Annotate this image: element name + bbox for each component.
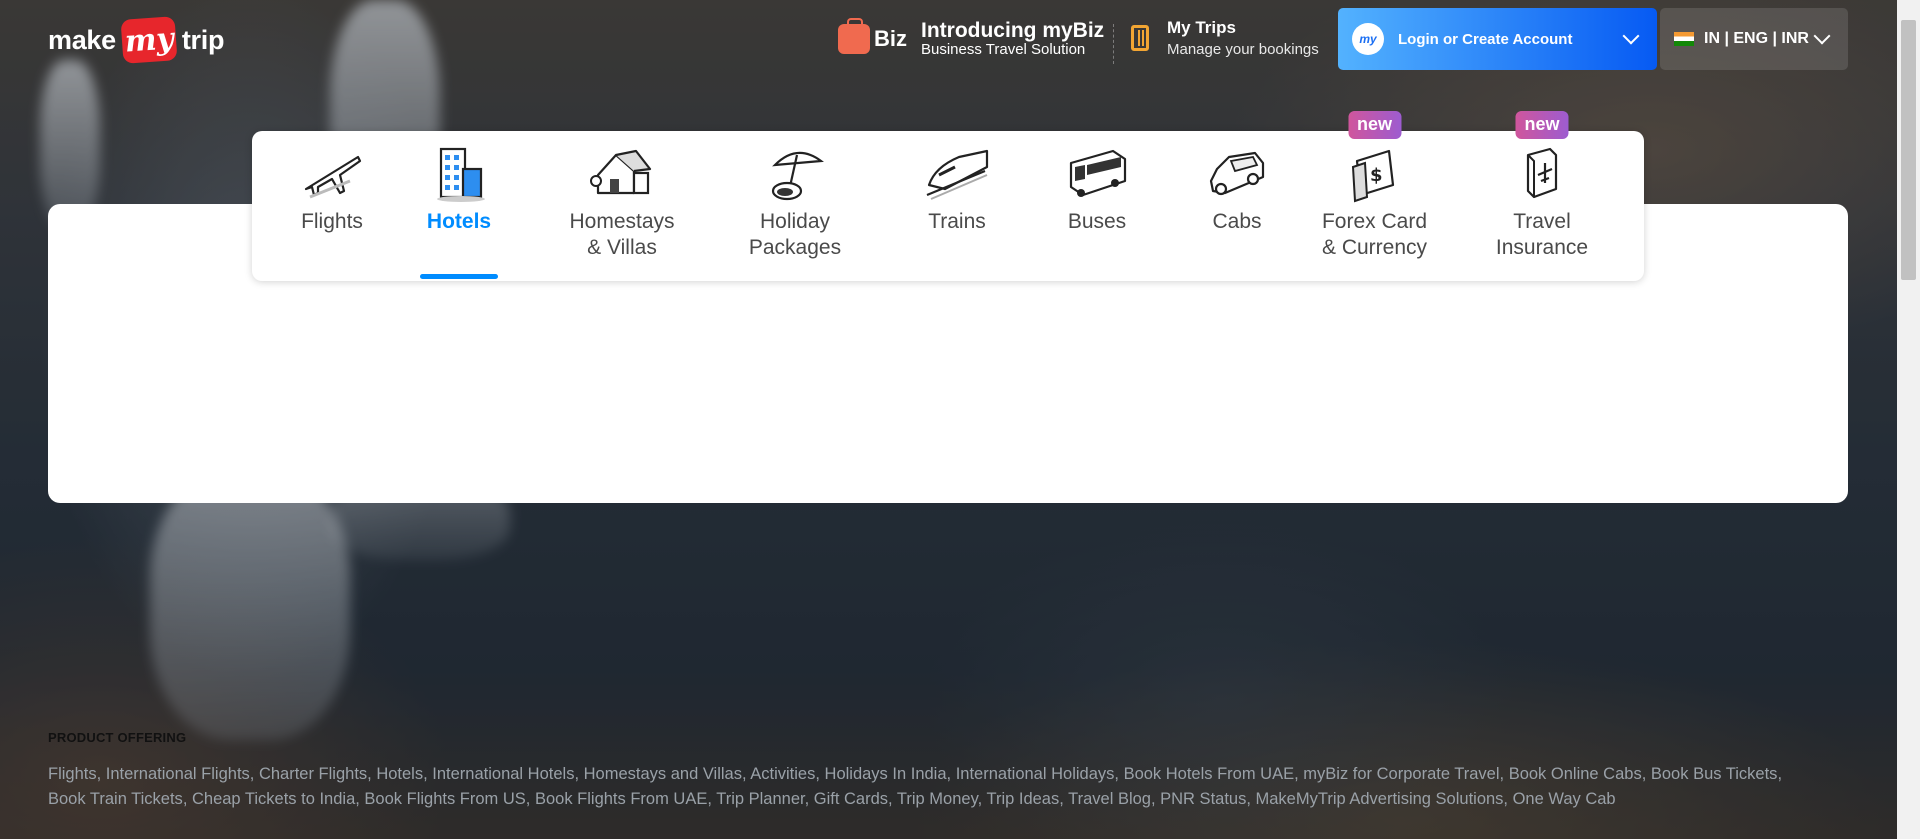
footer-link[interactable]: International Holidays	[956, 765, 1115, 783]
footer-link[interactable]: Trip Money	[897, 790, 978, 808]
tab-homestays[interactable]: Homestays & Villas	[562, 131, 682, 261]
footer-link[interactable]: Homestays and Villas	[584, 765, 742, 783]
insurance-icon	[1526, 147, 1558, 199]
footer-link[interactable]: Trip Ideas	[986, 790, 1059, 808]
footer-link[interactable]: PNR Status	[1160, 790, 1246, 808]
footer-link[interactable]: Hotels	[376, 765, 423, 783]
tab-hotels[interactable]: Hotels	[420, 131, 498, 279]
footer-link[interactable]: Gift Cards	[814, 790, 888, 808]
tab-holiday-packages[interactable]: Holiday Packages	[740, 131, 850, 261]
product-offering-links: Flights, International Flights, Charter …	[48, 765, 1783, 808]
footer-link[interactable]: One Way Cab	[1513, 790, 1616, 808]
footer-link[interactable]: Charter Flights	[259, 765, 367, 783]
train-icon	[926, 149, 989, 200]
mybiz-title: Introducing myBiz	[921, 19, 1105, 42]
mybiz-bag-icon	[838, 18, 870, 54]
house-icon	[590, 149, 652, 195]
footer-link[interactable]: Book Bus Tickets	[1651, 765, 1778, 783]
footer-link[interactable]: International Flights	[106, 765, 250, 783]
makemytrip-logo[interactable]: make my trip	[48, 16, 224, 64]
mybiz-subtitle: Business Travel Solution	[921, 41, 1086, 58]
product-offering-heading: PRODUCT OFFERING	[48, 730, 187, 745]
footer-link[interactable]: Book Flights From US	[364, 790, 525, 808]
footer-link[interactable]: Flights	[48, 765, 97, 783]
mmt-avatar-icon: my	[1352, 23, 1384, 55]
language-currency-selector[interactable]: IN | ENG | INR	[1660, 8, 1848, 70]
footer-link[interactable]: International Hotels	[432, 765, 574, 783]
hotel-building-icon	[437, 147, 485, 202]
page-scrollbar[interactable]	[1897, 0, 1920, 839]
active-tab-indicator	[420, 274, 498, 279]
umbrella-icon	[771, 151, 824, 201]
footer-link[interactable]: Trip Planner	[716, 790, 804, 808]
mybiz-promo[interactable]: Biz Introducing myBiz Business Travel So…	[838, 18, 1105, 58]
chevron-down-icon	[1622, 27, 1640, 45]
footer-link[interactable]: Cheap Tickets to India	[192, 790, 355, 808]
airplane-icon	[304, 155, 362, 199]
tab-forex[interactable]: new $ Forex Card & Currency	[1317, 111, 1432, 261]
car-icon	[1209, 151, 1265, 196]
footer-link[interactable]: Holidays In India	[825, 765, 947, 783]
product-nav: Flights Hotels Homestays & Villas Holida…	[252, 111, 1644, 281]
bus-icon	[1069, 149, 1127, 197]
footer-link[interactable]: Activities	[750, 765, 815, 783]
tab-flights[interactable]: Flights	[277, 131, 387, 235]
footer-link[interactable]: Book Hotels From UAE	[1124, 765, 1295, 783]
footer-link[interactable]: Book Flights From UAE	[535, 790, 707, 808]
footer-link[interactable]: Book Train Tickets	[48, 790, 183, 808]
svg-text:$: $	[1370, 165, 1383, 186]
tab-travel-insurance[interactable]: new Travel Insurance	[1492, 111, 1592, 261]
india-flag-icon	[1674, 32, 1694, 46]
new-badge: new	[1515, 111, 1569, 139]
forex-card-icon: $	[1351, 149, 1394, 203]
tab-trains[interactable]: Trains	[912, 131, 1002, 235]
tab-cabs[interactable]: Cabs	[1192, 131, 1282, 235]
login-button[interactable]: my Login or Create Account	[1338, 8, 1657, 70]
tab-buses[interactable]: Buses	[1052, 131, 1142, 235]
footer-link[interactable]: Book Online Cabs	[1509, 765, 1642, 783]
suitcase-icon	[1131, 25, 1149, 51]
new-badge: new	[1347, 111, 1402, 139]
footer-link[interactable]: MakeMyTrip Advertising Solutions	[1256, 790, 1504, 808]
footer-link[interactable]: myBiz for Corporate Travel	[1303, 765, 1499, 783]
footer-link[interactable]: Travel Blog	[1068, 790, 1151, 808]
header-divider	[1113, 24, 1114, 64]
chevron-down-icon	[1813, 27, 1831, 45]
my-trips-link[interactable]: My Trips Manage your bookings	[1131, 18, 1319, 58]
scrollbar-thumb[interactable]	[1901, 20, 1916, 280]
